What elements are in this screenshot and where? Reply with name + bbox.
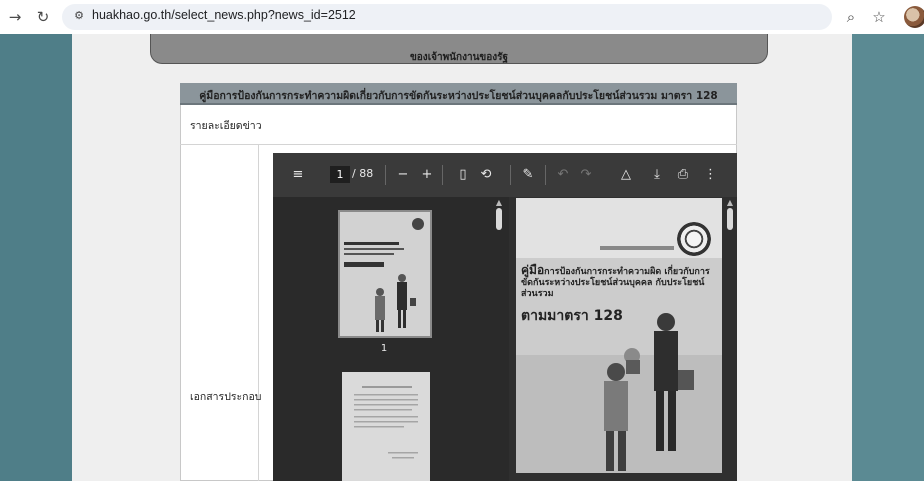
cover-title: คู่มือการป้องกันการกระทำความผิด เกี่ยวกั… [521,263,719,300]
rotate-icon[interactable]: ⟲ [479,167,493,183]
print-icon[interactable]: ⎙ [676,167,690,183]
thumbnail-page-2[interactable] [342,372,430,481]
site-info-icon[interactable]: ⚙ [72,9,86,23]
redo-icon[interactable]: ↷ [579,167,593,183]
drive-icon[interactable]: △ [619,167,633,183]
cover-illustration [516,313,722,473]
attachment-label: เอกสารประกอบ [190,391,262,403]
more-options-icon[interactable]: ⋮ [704,167,717,183]
avatar[interactable] [904,6,924,28]
toolbar-divider [510,165,511,185]
menu-icon[interactable]: ≡ [291,167,305,183]
header-banner: ของเจ้าพนักงานของรัฐ [150,34,768,64]
scroll-up-icon[interactable]: ▲ [725,199,735,207]
news-detail-label: รายละเอียดข่าว [190,120,262,132]
star-icon[interactable]: ☆ [870,8,888,26]
page-number-input[interactable]: 1 [330,166,350,183]
page-total: / 88 [352,167,374,180]
thumbnail-scroll-handle[interactable] [496,208,502,230]
zoom-icon[interactable]: ⌕ [842,8,860,26]
fit-page-icon[interactable]: ▯ [456,167,470,183]
annotate-icon[interactable]: ✎ [521,167,535,183]
scroll-up-icon[interactable]: ▲ [494,199,504,207]
reload-icon[interactable]: ↻ [34,8,52,26]
news-title: คู่มือการป้องกันการกระทำความผิดเกี่ยวกับ… [199,90,718,102]
thumbnail-scrollbar[interactable] [494,198,504,481]
left-side-strip [0,34,72,481]
cover-org-line [600,246,674,250]
thumbnail-cover-art [340,212,430,336]
thumbnail-text-page [342,372,430,481]
right-side-strip [852,34,924,481]
page-scrollbar[interactable] [724,198,736,481]
back-icon[interactable]: → [6,8,24,26]
thumbnail-number: 1 [380,343,388,354]
zoom-in-icon[interactable]: + [420,167,434,183]
toolbar-divider [385,165,386,185]
page-scroll-handle[interactable] [727,208,733,230]
url-text[interactable]: huakhao.go.th/select_news.php?news_id=25… [92,8,356,22]
emblem-icon [677,222,711,256]
thumbnail-page-1[interactable] [338,210,432,338]
toolbar-divider [442,165,443,185]
banner-line-bottom: ของเจ้าพนักงานของรัฐ [409,52,509,63]
cover-title-lead: คู่มือ [521,263,545,277]
download-icon[interactable]: ⤓ [650,167,664,183]
toolbar-divider [545,165,546,185]
zoom-out-icon[interactable]: − [396,167,410,183]
undo-icon[interactable]: ↶ [556,167,570,183]
cover-title-rest: การป้องกันการกระทำความผิด เกี่ยวกับการขั… [521,267,710,299]
row-divider [180,144,737,145]
column-divider [258,145,259,481]
